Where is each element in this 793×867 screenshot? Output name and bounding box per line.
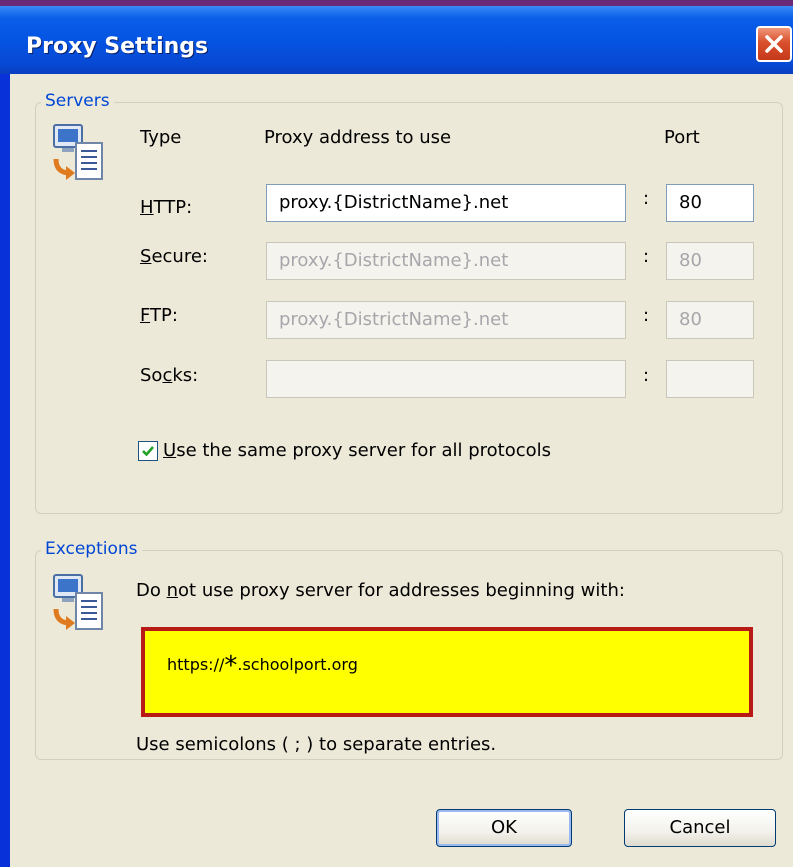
http-address-input[interactable]: proxy.{DistrictName}.net <box>266 184 626 222</box>
socks-label: Socks: <box>140 365 199 386</box>
type-column-header: Type <box>140 127 182 148</box>
close-icon <box>765 35 783 53</box>
exceptions-group-title: Exceptions <box>41 539 142 559</box>
socks-colon: : <box>643 365 650 386</box>
ftp-address-input[interactable]: proxy.{DistrictName}.net <box>266 301 626 339</box>
same-proxy-label[interactable]: Use the same proxy server for all protoc… <box>163 440 551 462</box>
cancel-button[interactable]: Cancel <box>624 809 776 847</box>
close-button[interactable] <box>756 26 792 62</box>
exceptions-description: Do not use proxy server for addresses be… <box>136 580 625 601</box>
same-proxy-checkbox[interactable] <box>138 441 158 461</box>
secure-address-input[interactable]: proxy.{DistrictName}.net <box>266 242 626 280</box>
http-label: HTTP: <box>140 197 193 218</box>
dialog-title: Proxy Settings <box>26 34 209 59</box>
semicolon-note: Use semicolons ( ; ) to separate entries… <box>136 734 497 755</box>
ftp-label: FTP: <box>140 305 178 326</box>
exceptions-value: https://*.schoolport.org <box>167 651 358 681</box>
secure-colon: : <box>643 246 650 267</box>
secure-label: Secure: <box>140 246 208 267</box>
port-column-header: Port <box>664 127 700 148</box>
ftp-port-input[interactable]: 80 <box>666 301 754 339</box>
title-bar[interactable]: Proxy Settings <box>0 6 793 74</box>
http-colon: : <box>643 188 650 209</box>
http-port-input[interactable]: 80 <box>666 184 754 222</box>
dialog-body: Servers Type Proxy address to use Port H… <box>10 74 793 867</box>
checkmark-icon <box>142 446 154 457</box>
socks-port-input[interactable] <box>666 360 754 398</box>
exceptions-textarea[interactable]: https://*.schoolport.org <box>141 627 753 717</box>
ftp-colon: : <box>643 305 650 326</box>
socks-address-input[interactable] <box>266 360 626 398</box>
secure-port-input[interactable]: 80 <box>666 242 754 280</box>
ok-button[interactable]: OK <box>436 809 572 847</box>
proxy-settings-dialog: Proxy Settings Servers Type Proxy addres… <box>0 0 793 867</box>
address-column-header: Proxy address to use <box>264 127 452 148</box>
network-exceptions-icon <box>53 574 103 630</box>
network-servers-icon <box>53 124 103 180</box>
servers-group-title: Servers <box>41 91 114 111</box>
